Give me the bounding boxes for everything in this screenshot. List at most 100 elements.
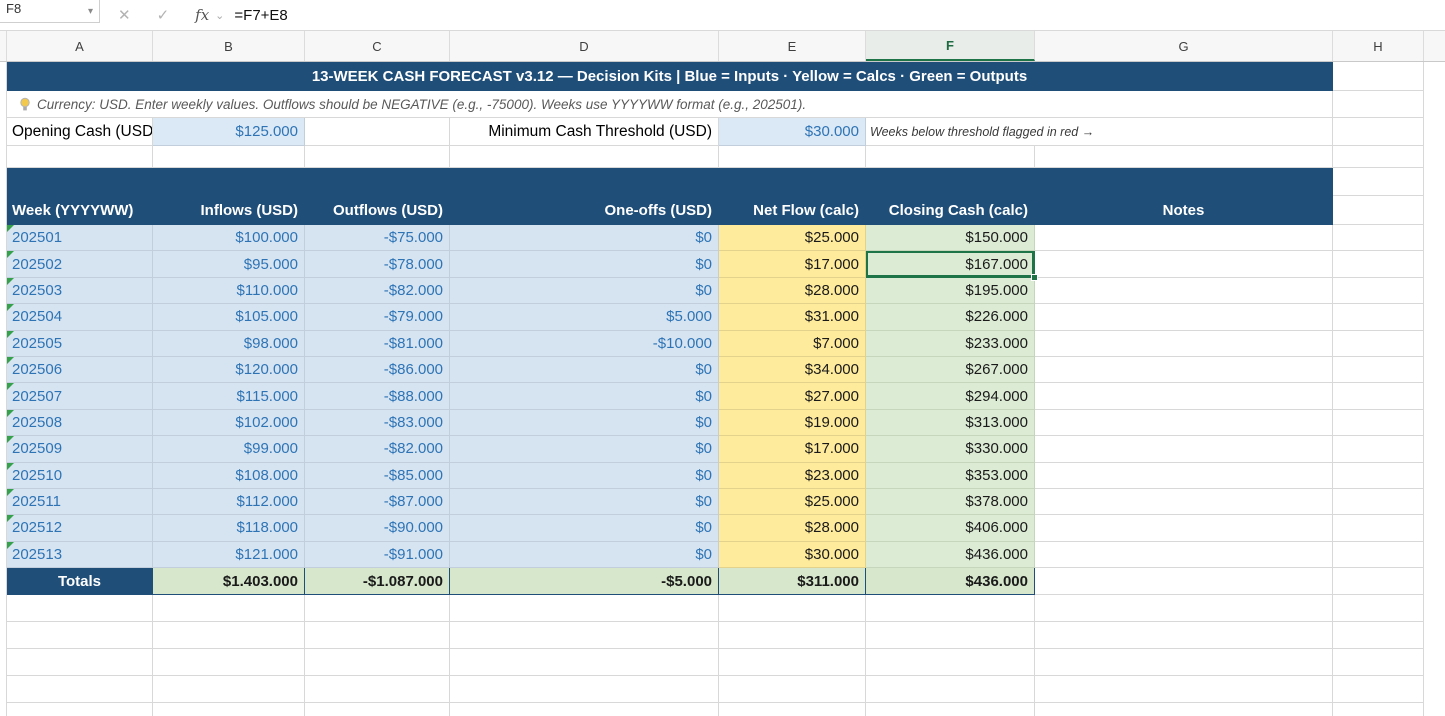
notes-cell[interactable] (1035, 410, 1333, 436)
empty-cell[interactable] (7, 703, 153, 716)
week-cell[interactable]: 202501 (7, 225, 153, 251)
empty-cell[interactable] (450, 676, 719, 703)
empty-cell[interactable] (1424, 410, 1445, 436)
outflows-cell[interactable]: -$75.000 (305, 225, 450, 251)
empty-cell[interactable] (1333, 489, 1424, 515)
oneoffs-cell[interactable]: $0 (450, 489, 719, 515)
empty-cell[interactable] (1333, 595, 1424, 622)
outflows-cell[interactable]: -$87.000 (305, 489, 450, 515)
empty-cell[interactable] (450, 622, 719, 649)
empty-cell[interactable] (1333, 251, 1424, 277)
empty-cell[interactable] (1035, 622, 1333, 649)
week-cell[interactable]: 202504 (7, 304, 153, 330)
column-header-h[interactable]: H (1333, 31, 1424, 61)
empty-cell[interactable] (866, 146, 1035, 168)
empty-cell[interactable] (1424, 676, 1445, 703)
oneoffs-cell[interactable]: $0 (450, 515, 719, 541)
netflow-cell[interactable]: $30.000 (719, 542, 866, 568)
formula-dropdown-icon[interactable]: ⌄ (215, 9, 224, 22)
week-cell[interactable]: 202513 (7, 542, 153, 568)
oneoffs-cell[interactable]: $0 (450, 410, 719, 436)
empty-cell[interactable] (1333, 515, 1424, 541)
column-header-e[interactable]: E (719, 31, 866, 61)
empty-cell[interactable] (1424, 463, 1445, 489)
notes-cell[interactable] (1035, 542, 1333, 568)
empty-cell[interactable] (305, 649, 450, 676)
empty-cell[interactable] (719, 703, 866, 716)
empty-cell[interactable] (1333, 91, 1424, 118)
totals-inflows[interactable]: $1.403.000 (153, 568, 305, 595)
formula-input[interactable]: =F7+E8 (234, 7, 287, 24)
closing-cell[interactable]: $436.000 (866, 542, 1035, 568)
notes-cell[interactable] (1035, 463, 1333, 489)
netflow-cell[interactable]: $17.000 (719, 436, 866, 462)
netflow-cell[interactable]: $19.000 (719, 410, 866, 436)
empty-cell[interactable] (305, 118, 450, 146)
empty-cell[interactable] (719, 146, 866, 168)
notes-cell[interactable] (1035, 304, 1333, 330)
outflows-cell[interactable]: -$78.000 (305, 251, 450, 277)
empty-cell[interactable] (1333, 622, 1424, 649)
empty-cell[interactable] (1333, 676, 1424, 703)
oneoffs-cell[interactable]: $5.000 (450, 304, 719, 330)
netflow-cell[interactable]: $7.000 (719, 331, 866, 357)
empty-cell[interactable] (153, 595, 305, 622)
netflow-cell[interactable]: $31.000 (719, 304, 866, 330)
empty-cell[interactable] (153, 622, 305, 649)
empty-cell[interactable] (1424, 251, 1445, 277)
empty-cell[interactable] (305, 146, 450, 168)
week-cell[interactable]: 202510 (7, 463, 153, 489)
outflows-cell[interactable]: -$85.000 (305, 463, 450, 489)
empty-cell[interactable] (1333, 436, 1424, 462)
name-box[interactable]: F8 ▾ (0, 0, 100, 23)
empty-cell[interactable] (1424, 649, 1445, 676)
column-header-g[interactable]: G (1035, 31, 1333, 61)
inflows-cell[interactable]: $120.000 (153, 357, 305, 383)
empty-cell[interactable] (450, 703, 719, 716)
empty-cell[interactable] (1035, 146, 1333, 168)
empty-cell[interactable] (1333, 146, 1424, 168)
inflows-cell[interactable]: $115.000 (153, 383, 305, 409)
inflows-cell[interactable]: $100.000 (153, 225, 305, 251)
week-cell[interactable]: 202506 (7, 357, 153, 383)
closing-cell[interactable]: $313.000 (866, 410, 1035, 436)
empty-cell[interactable] (1333, 331, 1424, 357)
empty-cell[interactable] (7, 146, 153, 168)
totals-outflows[interactable]: -$1.087.000 (305, 568, 450, 595)
oneoffs-cell[interactable]: $0 (450, 278, 719, 304)
closing-cell[interactable]: $378.000 (866, 489, 1035, 515)
empty-cell[interactable] (866, 595, 1035, 622)
empty-cell[interactable] (1333, 542, 1424, 568)
netflow-cell[interactable]: $25.000 (719, 225, 866, 251)
empty-cell[interactable] (1333, 703, 1424, 716)
week-cell[interactable]: 202511 (7, 489, 153, 515)
notes-cell[interactable] (1035, 489, 1333, 515)
empty-cell[interactable] (1035, 568, 1333, 595)
closing-cell[interactable]: $233.000 (866, 331, 1035, 357)
empty-cell[interactable] (1035, 676, 1333, 703)
netflow-cell[interactable]: $27.000 (719, 383, 866, 409)
inflows-cell[interactable]: $95.000 (153, 251, 305, 277)
oneoffs-cell[interactable]: -$10.000 (450, 331, 719, 357)
inflows-cell[interactable]: $108.000 (153, 463, 305, 489)
notes-cell[interactable] (1035, 383, 1333, 409)
closing-cell[interactable]: $406.000 (866, 515, 1035, 541)
oneoffs-cell[interactable]: $0 (450, 463, 719, 489)
oneoffs-cell[interactable]: $0 (450, 436, 719, 462)
outflows-cell[interactable]: -$81.000 (305, 331, 450, 357)
closing-cell[interactable]: $226.000 (866, 304, 1035, 330)
empty-cell[interactable] (1424, 489, 1445, 515)
empty-cell[interactable] (1424, 622, 1445, 649)
week-cell[interactable]: 202505 (7, 331, 153, 357)
outflows-cell[interactable]: -$82.000 (305, 436, 450, 462)
netflow-cell[interactable]: $28.000 (719, 278, 866, 304)
week-cell[interactable]: 202508 (7, 410, 153, 436)
oneoffs-cell[interactable]: $0 (450, 225, 719, 251)
empty-cell[interactable] (153, 146, 305, 168)
empty-cell[interactable] (153, 676, 305, 703)
empty-cell[interactable] (1424, 595, 1445, 622)
outflows-cell[interactable]: -$86.000 (305, 357, 450, 383)
outflows-cell[interactable]: -$79.000 (305, 304, 450, 330)
empty-cell[interactable] (866, 649, 1035, 676)
oneoffs-cell[interactable]: $0 (450, 383, 719, 409)
